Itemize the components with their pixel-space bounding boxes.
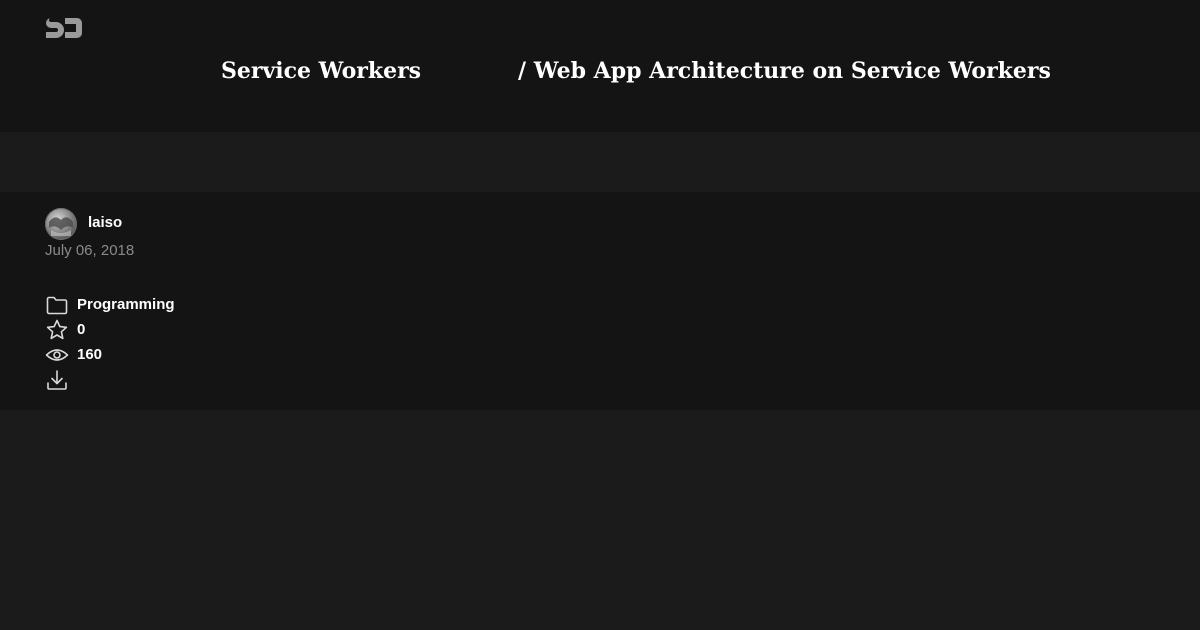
content-band [0,132,1200,192]
user-avatar[interactable] [45,208,77,240]
eye-icon [45,349,69,361]
views-row: 160 [45,343,102,367]
category-label: Programming [77,296,175,313]
deck-title[interactable]: Service Workers [221,56,421,86]
meta-panel [0,192,1200,410]
avatar-image [49,217,73,236]
category-row[interactable]: Programming [45,293,175,317]
download-row[interactable] [45,368,69,392]
publish-date: July 06, 2018 [45,242,135,259]
stars-row[interactable]: 0 [45,318,85,342]
folder-icon [46,296,68,315]
views-count: 160 [77,346,103,363]
header-bar: Service Workers / Web App Architecture o… [0,0,1200,132]
sj-logo-icon[interactable] [45,16,83,40]
download-icon[interactable] [45,368,69,392]
author-name[interactable]: laiso [88,213,122,233]
star-icon [46,319,68,340]
slide-title: / Web App Architecture on Service Worker… [518,58,1051,84]
stars-count: 0 [77,321,86,338]
